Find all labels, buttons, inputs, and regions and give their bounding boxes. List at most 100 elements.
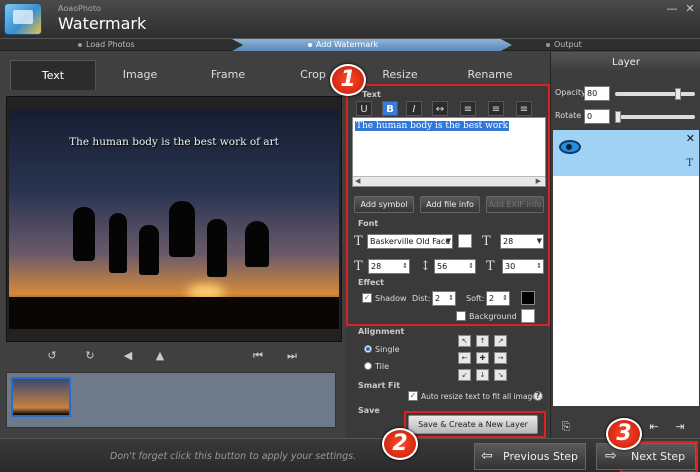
position-top-left-button[interactable]: ↖: [458, 335, 471, 347]
bold-button[interactable]: B: [382, 101, 398, 116]
char-spacing-stepper[interactable]: 28 ⇕: [368, 259, 410, 274]
rotate-label: Rotate: [555, 111, 582, 120]
silhouette-person: [245, 221, 269, 267]
stepper-arrows-icon: ⇕: [502, 294, 508, 302]
silhouette-person: [73, 207, 95, 261]
bottom-bar: Don't forget click this button to apply …: [0, 438, 700, 472]
flip-vertical-icon[interactable]: ▲: [152, 348, 168, 364]
single-label: Single: [375, 345, 400, 354]
underline-button[interactable]: U: [356, 101, 372, 116]
line-height-stepper[interactable]: 56 ⇕: [434, 259, 476, 274]
tile-radio[interactable]: [364, 362, 372, 370]
transform-toolbar: ↺ ↻ ◀ ▲ ⏮ ⏭: [40, 348, 310, 364]
rotate-slider-handle[interactable]: [615, 111, 621, 123]
horizon: [9, 297, 339, 329]
rotate-left-icon[interactable]: ↺: [44, 348, 60, 364]
smartfit-section-title: Smart Fit: [358, 381, 401, 390]
shadow-softness-stepper[interactable]: 2 ⇕: [486, 291, 510, 306]
font-size-icon: T: [482, 234, 491, 249]
tab-image[interactable]: Image: [100, 60, 180, 90]
line-height-icon: ↕: [420, 259, 431, 274]
position-top-button[interactable]: ↑: [476, 335, 489, 347]
position-bottom-button[interactable]: ↓: [476, 369, 489, 381]
position-top-right-button[interactable]: ↗: [494, 335, 507, 347]
opacity-slider[interactable]: [615, 92, 695, 96]
add-file-info-button[interactable]: Add file info: [420, 196, 480, 213]
title-bar: AoaoPhoto Watermark — ✕: [0, 0, 700, 38]
next-step-button[interactable]: ⇨ Next Step: [596, 443, 696, 470]
eye-visibility-icon[interactable]: [559, 140, 581, 154]
position-bottom-right-button[interactable]: ↘: [494, 369, 507, 381]
stepper-arrows-icon: ⇕: [536, 262, 542, 270]
dropdown-arrow-icon: ▼: [445, 237, 451, 245]
width-scale-stepper[interactable]: 30 ⇕: [502, 259, 544, 274]
dist-label: Dist:: [412, 294, 431, 303]
opacity-slider-handle[interactable]: [675, 88, 681, 100]
layer-item-text[interactable]: ✕ T: [553, 130, 699, 176]
photo-preview: The human body is the best work of art: [6, 96, 342, 342]
delete-layer-icon[interactable]: ✕: [686, 132, 695, 145]
callout-badge-1: 1: [330, 64, 366, 96]
shadow-checkbox[interactable]: ✓: [362, 293, 372, 303]
callout-badge-2: 2: [382, 428, 418, 460]
font-family-select[interactable]: Baskerville Old Face ▼: [367, 234, 453, 249]
save-create-layer-button[interactable]: Save & Create a New Layer: [408, 415, 538, 434]
align-center-button[interactable]: ≡: [488, 101, 504, 116]
position-right-button[interactable]: →: [494, 352, 507, 364]
tab-frame[interactable]: Frame: [188, 60, 268, 90]
help-icon[interactable]: ?: [533, 391, 543, 401]
shadow-distance-value: 2: [435, 294, 441, 303]
watermark-text-input[interactable]: The human body is the best work ◀ ▶: [352, 117, 546, 187]
silhouette-person: [207, 219, 227, 277]
preview-watermark-text[interactable]: The human body is the best work of art: [9, 136, 339, 148]
background-label: Background: [469, 312, 517, 321]
background-checkbox[interactable]: [456, 311, 466, 321]
photo-thumbnail[interactable]: [11, 377, 71, 417]
auto-resize-checkbox[interactable]: ✓: [408, 391, 418, 401]
opacity-label: Opacity: [555, 88, 586, 97]
font-color-swatch[interactable]: [458, 234, 472, 248]
watermark-app-window: AoaoPhoto Watermark — ✕ Load Photos Add …: [0, 0, 700, 472]
import-layer-icon[interactable]: ⇤: [647, 420, 661, 434]
single-radio[interactable]: [364, 345, 372, 353]
font-section-title: Font: [358, 219, 379, 228]
rotate-value: 0: [587, 112, 593, 121]
background-color-swatch[interactable]: [521, 309, 535, 323]
flip-horizontal-icon[interactable]: ◀: [120, 348, 136, 364]
position-center-button[interactable]: ✚: [476, 352, 489, 364]
add-symbol-button[interactable]: Add symbol: [354, 196, 414, 213]
minimize-icon[interactable]: —: [664, 2, 680, 16]
rotate-stepper[interactable]: 0: [584, 109, 610, 124]
italic-button[interactable]: I: [406, 101, 422, 116]
font-size-value: 28: [503, 237, 514, 246]
align-left-button[interactable]: ≡: [460, 101, 476, 116]
tab-text[interactable]: Text: [10, 60, 96, 90]
font-family-value: Baskerville Old Face: [370, 237, 451, 246]
close-window-icon[interactable]: ✕: [682, 2, 698, 16]
previous-step-button[interactable]: ⇦ Previous Step: [474, 443, 586, 470]
dropdown-arrow-icon: ▼: [536, 237, 542, 245]
rotate-right-icon[interactable]: ↻: [82, 348, 98, 364]
scroll-left-icon: ◀: [355, 177, 361, 185]
next-image-icon[interactable]: ⏭: [284, 348, 300, 364]
step-load-photos: Load Photos: [78, 39, 135, 51]
font-icon: T: [354, 234, 363, 249]
new-layer-icon[interactable]: ⎘: [559, 420, 573, 434]
app-title: Watermark: [58, 14, 147, 33]
step-label: Add Watermark: [316, 40, 379, 49]
align-right-button[interactable]: ≡: [516, 101, 532, 116]
position-bottom-left-button[interactable]: ↙: [458, 369, 471, 381]
shadow-color-swatch[interactable]: [521, 291, 535, 305]
position-left-button[interactable]: ←: [458, 352, 471, 364]
text-horizontal-scrollbar[interactable]: ◀ ▶: [353, 176, 545, 186]
layer-panel-title: Layer: [551, 52, 700, 74]
rotate-slider[interactable]: [615, 115, 695, 119]
export-layer-icon[interactable]: ⇥: [673, 420, 687, 434]
font-size-select[interactable]: 28 ▼: [500, 234, 544, 249]
shadow-distance-stepper[interactable]: 2 ⇕: [432, 291, 456, 306]
apply-settings-hint: Don't forget click this button to apply …: [110, 451, 357, 462]
opacity-stepper[interactable]: 80: [584, 86, 610, 101]
previous-image-icon[interactable]: ⏮: [250, 348, 266, 364]
add-exif-info-button[interactable]: Add EXIF info: [486, 196, 544, 213]
text-direction-button[interactable]: ↔: [432, 101, 448, 116]
